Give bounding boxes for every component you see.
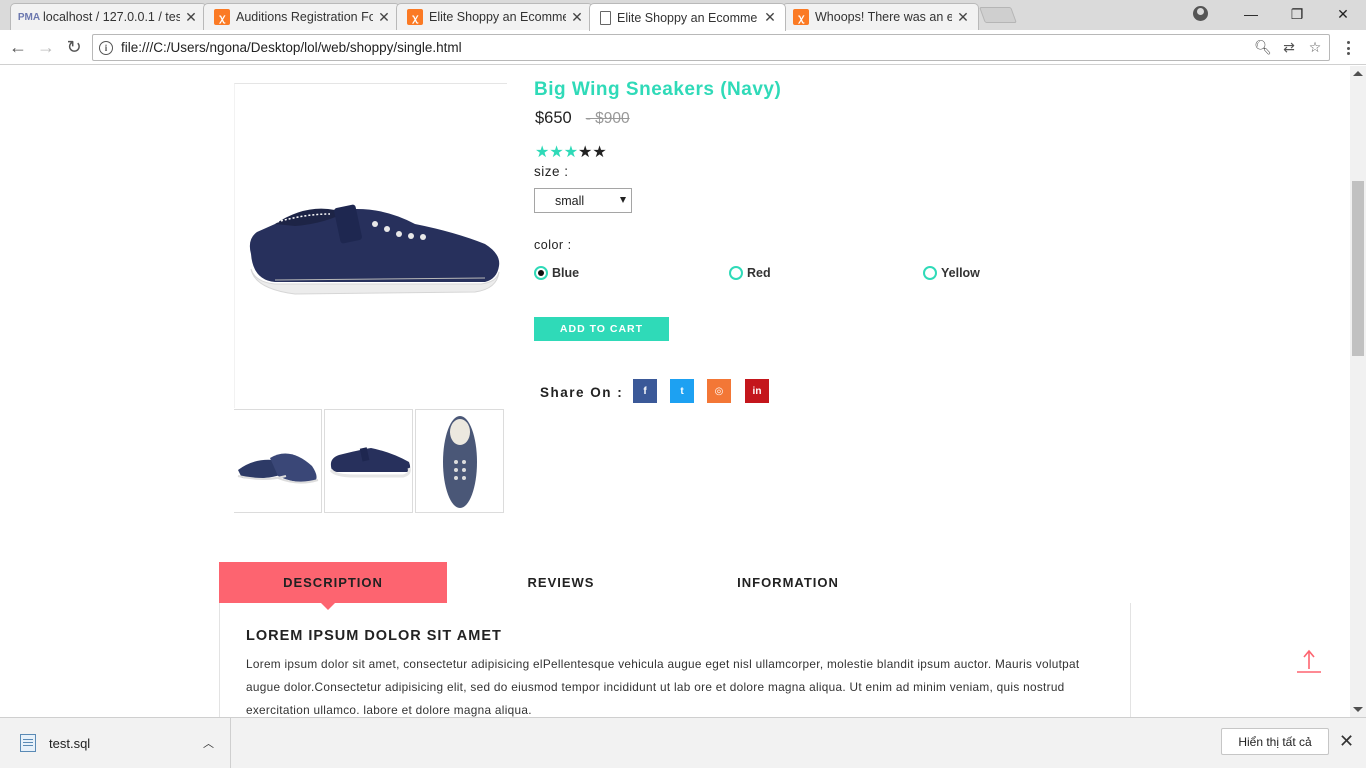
restore-button[interactable]: ❐ [1274, 0, 1320, 28]
back-to-top-button[interactable] [1296, 648, 1322, 674]
scroll-thumb[interactable] [1352, 181, 1364, 356]
scroll-down-icon[interactable] [1353, 707, 1363, 712]
sneaker-side-thumb [329, 447, 411, 478]
close-icon[interactable]: ✕ [1339, 731, 1354, 752]
minimize-button[interactable]: — [1228, 0, 1274, 28]
scroll-up-icon[interactable] [1353, 71, 1363, 76]
arrow-up-icon [1297, 649, 1321, 673]
bookmark-star-icon[interactable]: ☆ [1303, 38, 1327, 58]
translate-icon[interactable]: ⇄ [1277, 38, 1301, 58]
page-scrollbar[interactable] [1350, 66, 1366, 717]
star-icon[interactable]: ★ [564, 144, 578, 162]
close-icon[interactable]: ✕ [570, 9, 584, 26]
close-window-button[interactable]: ✕ [1320, 0, 1366, 28]
product-thumbnail[interactable] [415, 409, 504, 513]
star-icon[interactable]: ★ [535, 144, 549, 162]
size-label: size : [534, 164, 569, 179]
radio-button[interactable] [923, 266, 937, 280]
download-shelf: test.sql ︿ Hiển thị tất cả ✕ [0, 717, 1366, 768]
back-button[interactable]: ← [5, 34, 31, 60]
star-icon[interactable]: ★ [549, 144, 563, 162]
product-title: Big Wing Sneakers (Navy) [534, 79, 782, 100]
browser-tab[interactable]: ꭓ Auditions Registration Fo ✕ [203, 3, 400, 30]
product-thumbnail[interactable] [324, 409, 413, 513]
browser-tab[interactable]: ꭓ Elite Shoppy an Ecomme ✕ [396, 3, 593, 30]
chevron-down-icon [620, 197, 626, 203]
address-bar[interactable]: i file:///C:/Users/ngona/Desktop/lol/web… [92, 34, 1330, 61]
tab-title: localhost / 127.0.0.1 / tes [43, 10, 180, 24]
product-old-price: - $900 [585, 110, 630, 127]
new-tab-button[interactable] [979, 7, 1017, 23]
color-label: color : [534, 238, 572, 252]
sneaker-pair-thumb [237, 453, 319, 484]
tab-description[interactable]: DESCRIPTION [219, 562, 447, 610]
tab-title: Elite Shoppy an Ecomme [617, 10, 758, 25]
browser-tab-active[interactable]: Elite Shoppy an Ecomme ✕ [589, 3, 786, 31]
color-option-blue[interactable]: Blue [534, 266, 579, 280]
document-icon [600, 10, 611, 25]
show-all-downloads-button[interactable]: Hiển thị tất cả [1221, 728, 1329, 755]
product-thumbnail[interactable] [234, 409, 322, 513]
phpmyadmin-icon: PMA [17, 11, 41, 23]
tab-title: Elite Shoppy an Ecomme [429, 10, 566, 24]
radio-button[interactable] [729, 266, 743, 280]
linkedin-icon[interactable]: in [745, 379, 769, 403]
product-main-image[interactable] [234, 83, 507, 408]
download-item[interactable]: test.sql ︿ [0, 718, 231, 768]
star-icon[interactable]: ★ [578, 144, 592, 162]
download-file-name[interactable]: test.sql [49, 736, 203, 751]
tab-title: Auditions Registration Fo [236, 10, 373, 24]
zoom-icon[interactable]: 🔍︎ [1251, 38, 1275, 58]
close-icon[interactable]: ✕ [184, 9, 198, 26]
facebook-icon[interactable]: f [633, 379, 657, 403]
color-option-label: Blue [552, 266, 580, 280]
close-icon[interactable]: ✕ [377, 9, 391, 26]
chevron-up-icon[interactable]: ︿ [203, 735, 214, 751]
url-text[interactable]: file:///C:/Users/ngona/Desktop/lol/web/s… [121, 40, 1251, 55]
browser-tab[interactable]: PMA localhost / 127.0.0.1 / tes ✕ [10, 3, 207, 30]
share-label: Share On : [540, 385, 624, 400]
color-option-yellow[interactable]: Yellow [923, 266, 980, 280]
product-tabs: DESCRIPTION REVIEWS INFORMATION [219, 562, 1131, 610]
color-option-label: Red [747, 266, 771, 280]
price-row: $650 - $900 [535, 109, 630, 128]
browser-tab-strip: PMA localhost / 127.0.0.1 / tes ✕ ꭓ Audi… [0, 0, 1366, 31]
profile-icon[interactable] [1193, 6, 1208, 21]
tab-panel-description: LOREM IPSUM DOLOR SIT AMET Lorem ipsum d… [219, 603, 1131, 717]
sneaker-side-image [249, 204, 500, 295]
description-heading: LOREM IPSUM DOLOR SIT AMET [246, 628, 502, 644]
forward-button[interactable]: → [33, 34, 59, 60]
add-to-cart-button[interactable]: ADD TO CART [534, 317, 669, 341]
browser-menu-icon[interactable] [1340, 38, 1356, 58]
close-icon[interactable]: ✕ [763, 9, 777, 26]
xampp-icon: ꭓ [407, 9, 423, 25]
color-option-red[interactable]: Red [729, 266, 771, 280]
xampp-icon: ꭓ [793, 9, 809, 25]
description-text: Lorem ipsum dolor sit amet, consectetur … [246, 657, 1080, 717]
star-icon[interactable]: ★ [592, 144, 606, 162]
twitter-icon[interactable]: t [670, 379, 694, 403]
reload-button[interactable]: ↻ [61, 34, 87, 60]
close-icon[interactable]: ✕ [956, 9, 970, 26]
tab-information[interactable]: INFORMATION [675, 562, 901, 603]
size-select[interactable]: small [534, 188, 632, 213]
radio-button[interactable] [534, 266, 548, 280]
instagram-icon[interactable]: ◎ [707, 379, 731, 403]
sneaker-top-thumb [443, 416, 477, 508]
browser-toolbar: ← → ↻ i file:///C:/Users/ngona/Desktop/l… [0, 30, 1366, 65]
tab-title: Whoops! There was an e [815, 10, 952, 24]
size-select-value: small [555, 193, 585, 208]
xampp-icon: ꭓ [214, 9, 230, 25]
browser-tab[interactable]: ꭓ Whoops! There was an e ✕ [782, 3, 979, 30]
tab-reviews[interactable]: REVIEWS [447, 562, 675, 603]
file-icon [20, 734, 36, 752]
page-viewport: Big Wing Sneakers (Navy) $650 - $900 ★ ★ ★… [0, 66, 1350, 717]
color-option-label: Yellow [941, 266, 980, 280]
product-price: $650 [535, 109, 572, 127]
product-rating: ★ ★ ★ ★ ★ [535, 144, 607, 162]
info-icon[interactable]: i [99, 40, 113, 55]
